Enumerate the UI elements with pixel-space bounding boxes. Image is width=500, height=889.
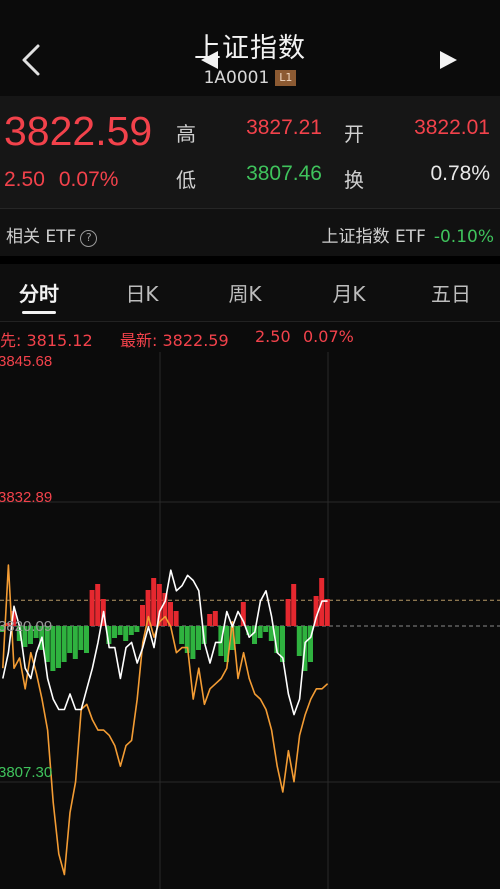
- volume-bar-down: [196, 626, 201, 650]
- tab-five-day[interactable]: 五日: [406, 278, 496, 307]
- tab-weekly-k[interactable]: 周K: [200, 278, 290, 307]
- y-axis-label: 3807.30: [0, 764, 52, 781]
- volume-bar-down: [179, 626, 185, 644]
- open-label: 开: [344, 122, 364, 146]
- volume-bar-up: [173, 611, 179, 626]
- low-label: 低: [176, 168, 196, 192]
- high-label: 高: [176, 122, 196, 146]
- y-axis-label: 3845.68: [0, 353, 52, 370]
- chart-info-bar: 领先: 3815.12 最新: 3822.59 2.50 0.07%: [0, 322, 500, 352]
- volume-bar-down: [190, 626, 196, 659]
- intraday-chart[interactable]: 3845.68 3832.89 3820.09 3807.30: [0, 352, 500, 889]
- volume-bar-up: [95, 584, 101, 626]
- volume-bar-down: [117, 626, 123, 635]
- volume-bar-down: [257, 626, 263, 638]
- volume-bar-up: [162, 593, 168, 626]
- volume-bar-down: [78, 626, 84, 650]
- etf-name: 上证指数 ETF: [321, 227, 426, 247]
- volume-bar-up: [207, 614, 213, 626]
- low-value: 3807.46: [246, 162, 322, 185]
- tab-daily-k[interactable]: 日K: [97, 278, 187, 307]
- volume-bar-down: [112, 626, 117, 638]
- y-axis-label: 3832.89: [0, 489, 52, 506]
- stock-code: 1A0001: [203, 68, 270, 88]
- volume-bar-down: [235, 626, 241, 644]
- chart-grid: [0, 352, 500, 889]
- latest-value: 最新: 3822.59: [120, 331, 229, 350]
- volume-bar-down: [296, 626, 302, 656]
- volume-bar-down: [84, 626, 89, 653]
- lead-value: 领先: 3815.12: [0, 331, 93, 350]
- volume-bar-down: [263, 626, 269, 632]
- tab-intraday[interactable]: 分时: [0, 278, 84, 307]
- volume-bar-up: [291, 584, 297, 626]
- section-divider: [0, 256, 500, 264]
- volume-bar-down: [61, 626, 67, 662]
- active-tab-indicator: [22, 311, 56, 314]
- change-value: 2.50: [4, 168, 45, 191]
- related-etf-row[interactable]: 相关 ETF? 上证指数 ETF -0.10%: [0, 208, 500, 256]
- level-badge: L1: [275, 70, 297, 86]
- change-percent: 0.07%: [58, 168, 119, 191]
- etf-change: -0.10%: [433, 227, 494, 247]
- stock-code-row: 1A0001 L1: [0, 68, 500, 88]
- high-value: 3827.21: [246, 116, 322, 139]
- related-etf-label: 相关 ETF: [6, 227, 77, 247]
- volume-bar-down: [72, 626, 78, 659]
- y-axis-label: 3820.09: [0, 618, 52, 635]
- volume-bar-up: [151, 578, 157, 626]
- turnover-label: 换: [344, 168, 364, 192]
- volume-bar-down: [56, 626, 61, 668]
- info-change-percent: 0.07%: [303, 327, 354, 346]
- nav-bar: 上证指数 1A0001 L1: [0, 0, 500, 96]
- volume-bar-up: [285, 599, 291, 626]
- chart-tabs: 分时 日K 周K 月K 五日: [0, 264, 500, 322]
- volume-bar-up: [212, 611, 218, 626]
- volume-bar-up: [89, 590, 95, 626]
- volume-bar-up: [140, 605, 145, 626]
- volume-bar-down: [128, 626, 134, 635]
- volume-bar-down: [67, 626, 73, 653]
- help-icon[interactable]: ?: [80, 230, 98, 247]
- volume-bar-down: [134, 626, 140, 632]
- quote-panel: 3822.59 2.50 0.07% 高 3827.21 开 3822.01 低 …: [0, 96, 500, 208]
- next-stock-icon[interactable]: [436, 48, 462, 72]
- volume-bar-down: [123, 626, 129, 641]
- turnover-value: 0.78%: [430, 162, 490, 185]
- page-title: 上证指数: [194, 33, 306, 64]
- tab-monthly-k[interactable]: 月K: [304, 278, 394, 307]
- info-change: 2.50: [255, 327, 291, 346]
- related-etf-label-group: 相关 ETF?: [6, 222, 98, 247]
- volume-bar-up: [324, 599, 330, 626]
- open-value: 3822.01: [414, 116, 490, 139]
- etf-quote[interactable]: 上证指数 ETF -0.10%: [322, 222, 494, 247]
- price-change: 2.50 0.07%: [4, 168, 132, 192]
- current-price: 3822.59: [4, 108, 153, 154]
